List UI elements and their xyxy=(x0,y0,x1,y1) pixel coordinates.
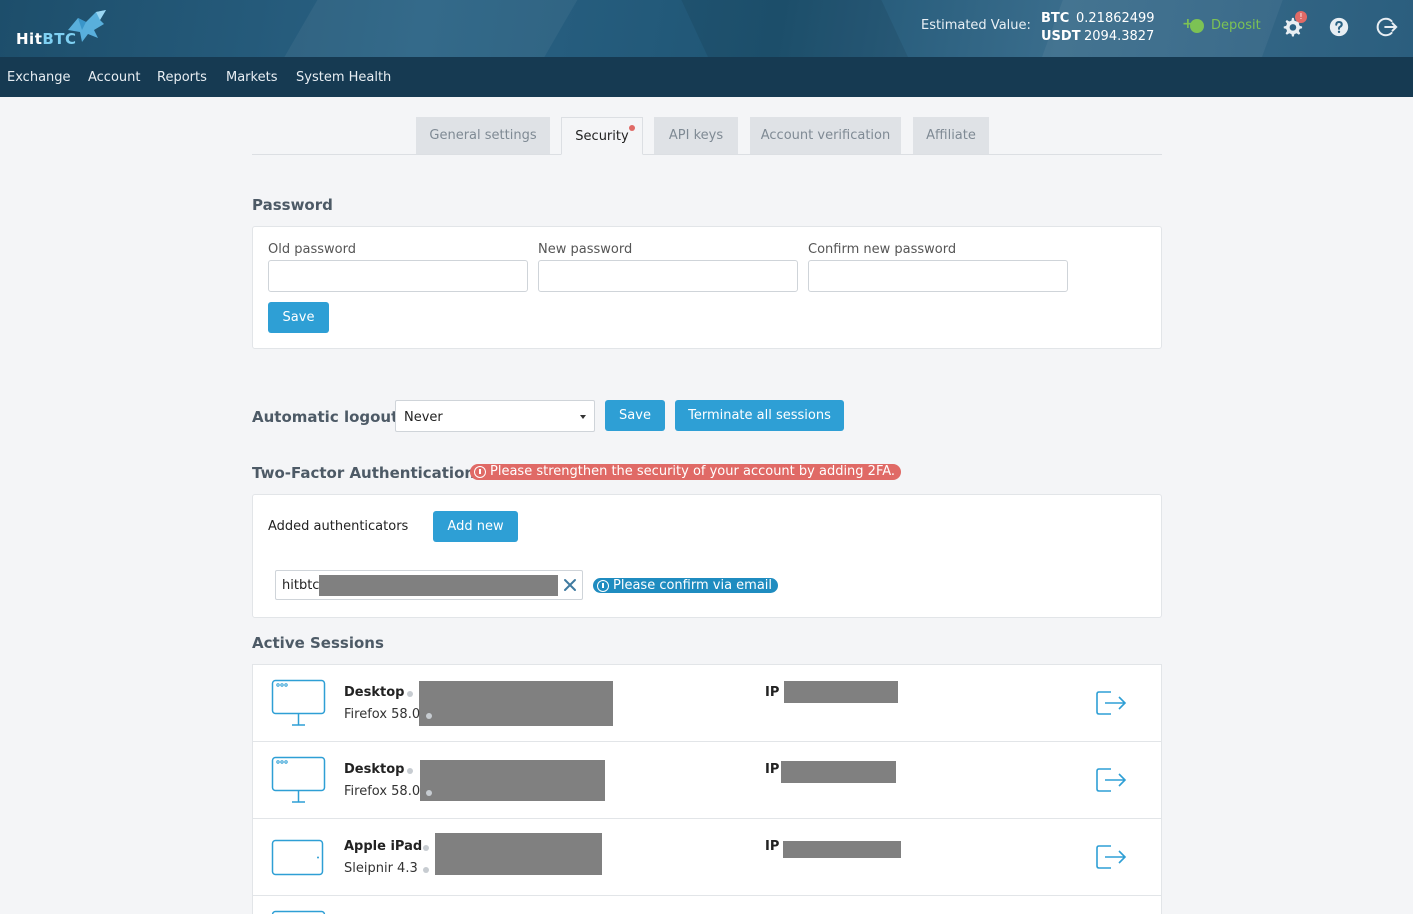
separator-dot xyxy=(426,790,432,796)
automatic-logout-title: Automatic logout xyxy=(252,408,399,426)
add-authenticator-button[interactable]: Add new xyxy=(433,511,518,542)
balance-usdt: USDT 2094.3827 xyxy=(1041,29,1155,44)
nav-markets[interactable]: Markets xyxy=(226,70,277,85)
separator-dot xyxy=(423,867,429,873)
redacted-block xyxy=(783,841,901,858)
separator-dot xyxy=(407,691,413,697)
nav-account[interactable]: Account xyxy=(88,70,141,85)
nav-reports[interactable]: Reports xyxy=(157,70,207,85)
twofa-warning-badge: Please strengthen the security of your a… xyxy=(470,464,902,480)
tablet-icon xyxy=(271,839,324,876)
added-authenticators-label: Added authenticators xyxy=(268,519,409,534)
tab-api-keys[interactable]: API keys xyxy=(654,117,738,154)
save-logout-button[interactable]: Save xyxy=(605,400,665,431)
info-icon xyxy=(597,580,609,592)
help-icon[interactable] xyxy=(1328,16,1350,38)
nav-exchange[interactable]: Exchange xyxy=(7,70,71,85)
confirm-email-badge: Please confirm via email xyxy=(593,578,779,593)
tab-general-settings[interactable]: General settings xyxy=(416,117,550,154)
header-decoration xyxy=(259,0,601,57)
redacted-block xyxy=(419,681,613,726)
ip-label: IP xyxy=(765,839,780,854)
old-password-label: Old password xyxy=(268,242,356,257)
redacted-block xyxy=(319,575,558,596)
ip-label: IP xyxy=(765,762,780,777)
tab-affiliate[interactable]: Affiliate xyxy=(913,117,989,154)
confirm-password-input[interactable] xyxy=(808,260,1068,292)
logout-icon[interactable] xyxy=(1376,16,1398,38)
redacted-block xyxy=(781,761,896,783)
terminate-session-icon[interactable] xyxy=(1095,766,1127,794)
tab-account-verification[interactable]: Account verification xyxy=(750,117,901,154)
terminate-session-icon[interactable] xyxy=(1095,689,1127,717)
session-browser: Firefox 58.0 xyxy=(344,784,421,799)
password-title: Password xyxy=(252,196,333,214)
main-nav: Exchange Account Reports Markets System … xyxy=(0,57,1413,97)
tab-security[interactable]: Security xyxy=(561,117,643,155)
desktop-icon xyxy=(271,910,326,914)
session-device: Desktop xyxy=(344,685,405,700)
session-row: Apple iPad Sleipnir 4.3 IP xyxy=(252,818,1162,896)
authenticator-field[interactable]: hitbtc- xyxy=(275,570,583,600)
estimated-value-label: Estimated Value: xyxy=(921,18,1031,33)
terminate-session-icon[interactable] xyxy=(1095,843,1127,871)
old-password-input[interactable] xyxy=(268,260,528,292)
session-row: Desktop Firefox 58.0 IP xyxy=(252,664,1162,742)
logout-select[interactable]: Never xyxy=(395,400,595,432)
caret-down-icon xyxy=(580,415,586,419)
session-row xyxy=(252,895,1162,914)
ip-label: IP xyxy=(765,685,780,700)
coin-icon xyxy=(1190,19,1204,33)
warning-icon xyxy=(474,466,486,478)
session-device: Desktop xyxy=(344,762,405,777)
separator-dot xyxy=(426,713,432,719)
top-header: HitBTC Estimated Value: BTC 0.21862499 US… xyxy=(0,0,1413,57)
redacted-block xyxy=(784,681,898,703)
new-password-input[interactable] xyxy=(538,260,798,292)
terminate-sessions-button[interactable]: Terminate all sessions xyxy=(675,400,844,431)
separator-dot xyxy=(423,845,429,851)
session-device: Apple iPad xyxy=(344,839,423,854)
session-browser: Sleipnir 4.3 xyxy=(344,861,418,876)
twofa-title: Two-Factor Authentication xyxy=(252,464,476,482)
password-panel: Old password New password Confirm new pa… xyxy=(252,226,1162,349)
balance-btc: BTC 0.21862499 xyxy=(1041,11,1155,26)
confirm-password-label: Confirm new password xyxy=(808,242,957,257)
new-password-label: New password xyxy=(538,242,633,257)
notification-badge[interactable]: ! xyxy=(1295,11,1307,23)
remove-icon[interactable] xyxy=(562,577,578,593)
session-row: Desktop Firefox 58.0 IP xyxy=(252,741,1162,819)
tab-alert-dot xyxy=(629,125,635,131)
redacted-block xyxy=(435,833,602,875)
desktop-icon xyxy=(271,679,326,726)
header-decoration xyxy=(672,0,928,57)
logo-text[interactable]: HitBTC xyxy=(16,30,77,48)
desktop-icon xyxy=(271,756,326,803)
tabs-divider xyxy=(252,154,1162,155)
redacted-block xyxy=(420,760,605,801)
separator-dot xyxy=(407,768,413,774)
session-browser: Firefox 58.0 xyxy=(344,707,421,722)
save-password-button[interactable]: Save xyxy=(268,302,329,333)
nav-system-health[interactable]: System Health xyxy=(296,70,391,85)
active-sessions-title: Active Sessions xyxy=(252,634,384,652)
